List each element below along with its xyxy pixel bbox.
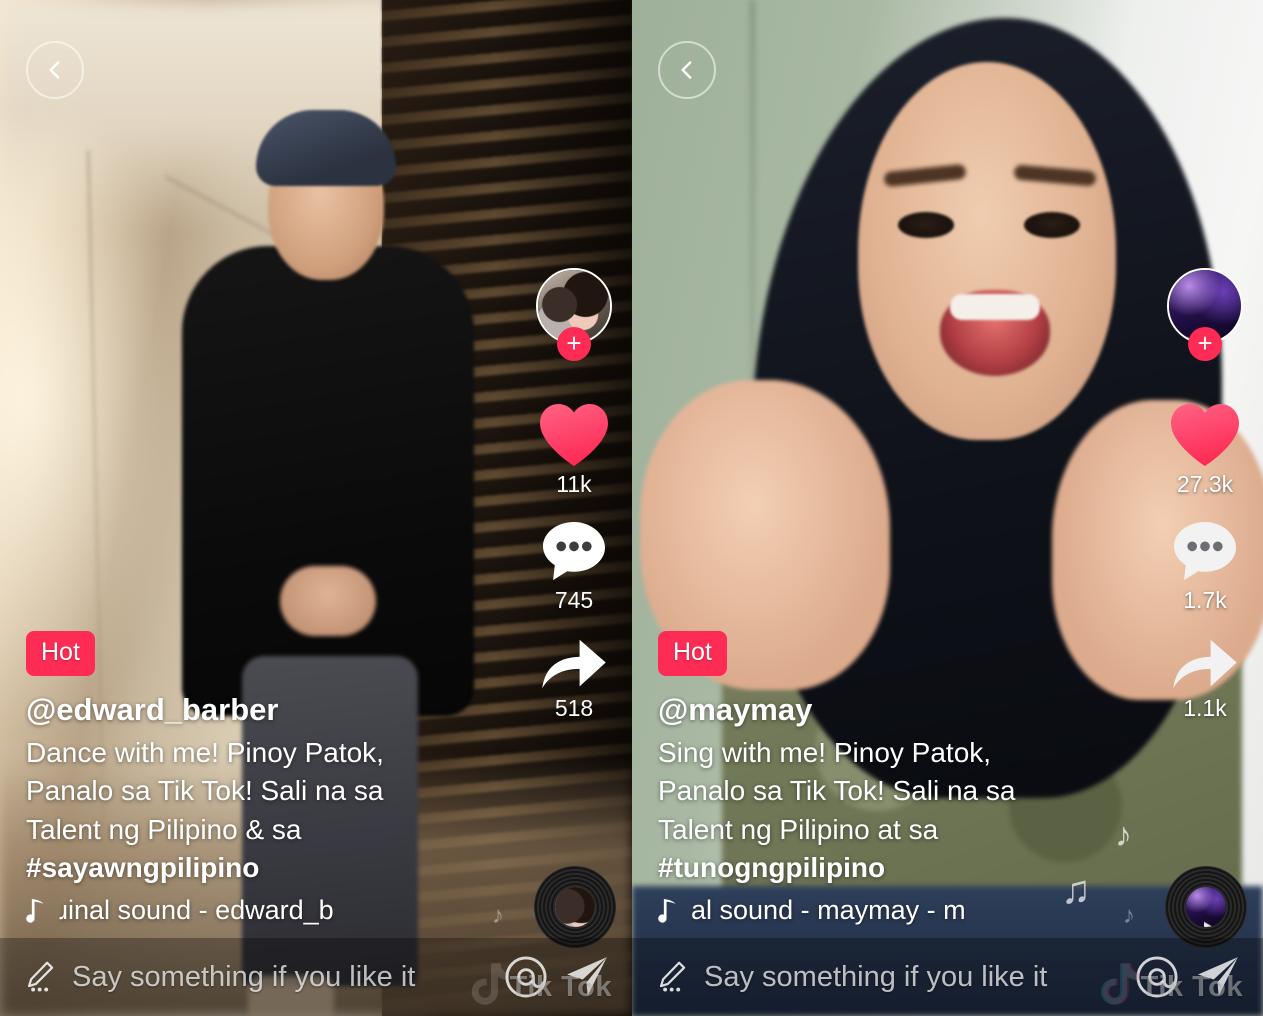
comment-count: 745: [554, 587, 594, 613]
comment-bubble-icon: [1173, 521, 1237, 581]
music-disc-right[interactable]: [1165, 866, 1247, 948]
heart-icon: [1171, 404, 1239, 466]
sound-name: al sound - maymay - m: [691, 895, 966, 925]
share-arrow-icon: [1173, 639, 1237, 689]
cap-shape: [256, 110, 396, 186]
hashtag[interactable]: #sayawngpilipino: [26, 852, 259, 883]
music-note-icon: ♫: [1061, 868, 1091, 912]
music-note-icon: ♪: [1115, 816, 1132, 854]
comment-bar-left[interactable]: Say something if you like it: [0, 938, 632, 1016]
dual-video-comparison: + 11k 745 518 Hot @edward_barber Dance w…: [0, 0, 1263, 1016]
eye-shape: [1024, 212, 1080, 238]
send-paper-plane-icon[interactable]: [564, 954, 610, 1000]
back-button[interactable]: [658, 41, 716, 99]
video-panel-left[interactable]: + 11k 745 518 Hot @edward_barber Dance w…: [0, 0, 632, 1016]
comment-bubble-icon: [542, 521, 606, 581]
music-note-icon: ♪: [492, 902, 504, 929]
disc-cover-image: [555, 887, 595, 927]
hashtag[interactable]: #tunogngpilipino: [658, 852, 885, 883]
share-button[interactable]: 1.1k: [1171, 636, 1239, 722]
like-icon-wrap: [538, 402, 610, 468]
share-count: 1.1k: [1183, 695, 1227, 721]
profile-avatar-button[interactable]: +: [1167, 268, 1243, 361]
tiktok-logo-watermark: [471, 963, 509, 1005]
profile-avatar-button[interactable]: +: [536, 268, 612, 361]
music-disc-left[interactable]: [534, 866, 616, 948]
comment-button[interactable]: 745: [541, 520, 607, 614]
action-rail-left[interactable]: + 11k 745 518: [530, 268, 618, 744]
like-icon-wrap: [1169, 402, 1241, 468]
pencil-icon[interactable]: [22, 960, 56, 994]
comment-button[interactable]: 1.7k: [1172, 520, 1238, 614]
floating-music-notes-right: ♪ ♫ ♪: [1057, 816, 1167, 936]
hot-badge: Hot: [658, 630, 727, 676]
share-icon-wrap: [540, 636, 608, 692]
teeth-shape: [950, 294, 1040, 320]
action-rail-right[interactable]: + 27.3k 1.7k 1.1k: [1161, 268, 1249, 744]
share-icon-wrap: [1171, 636, 1239, 692]
sound-name: ɹinal sound - edward_b: [59, 895, 334, 925]
video-panel-right[interactable]: + 27.3k 1.7k 1.1k Hot @maymay Sing with …: [632, 0, 1263, 1016]
description-text: Dance with me! Pinoy Patok, Panalo sa Ti…: [26, 736, 384, 845]
comment-count: 1.7k: [1183, 587, 1227, 613]
like-button[interactable]: 27.3k: [1169, 402, 1241, 498]
like-button[interactable]: 11k: [538, 402, 610, 498]
description-text: Sing with me! Pinoy Patok, Panalo sa Tik…: [658, 736, 1016, 845]
face-shape: [858, 62, 1116, 440]
disc-cover-art: [1186, 887, 1226, 927]
hot-badge: Hot: [26, 630, 95, 676]
follow-plus-icon[interactable]: +: [1188, 327, 1222, 361]
eye-shape: [898, 212, 954, 238]
follow-plus-icon[interactable]: +: [557, 327, 591, 361]
tiktok-logo-watermark: [1101, 963, 1140, 1005]
comment-input-placeholder[interactable]: Say something if you like it: [704, 961, 1119, 994]
share-button[interactable]: 518: [540, 636, 608, 722]
comment-input-placeholder[interactable]: Say something if you like it: [72, 961, 488, 994]
share-count: 518: [554, 695, 594, 721]
back-button[interactable]: [26, 41, 84, 99]
disc-cover-image: [1186, 887, 1226, 927]
like-count: 27.3k: [1176, 471, 1234, 497]
music-note-icon: ♪: [1123, 902, 1135, 929]
floating-music-notes-left: ♪: [426, 816, 536, 936]
hands-shape: [280, 566, 376, 636]
share-arrow-icon: [542, 639, 606, 689]
heart-icon: [540, 404, 608, 466]
comment-icon-wrap: [1172, 520, 1238, 584]
comment-icon-wrap: [541, 520, 607, 584]
disc-cover-art: [555, 887, 595, 927]
comment-bar-right[interactable]: Say something if you like it: [632, 938, 1263, 1016]
author-handle[interactable]: @edward_barber: [26, 692, 516, 728]
send-paper-plane-icon[interactable]: [1195, 954, 1241, 1000]
music-note-icon: [26, 898, 44, 923]
chevron-left-icon: [49, 61, 60, 79]
pencil-icon[interactable]: [654, 960, 688, 994]
like-count: 11k: [556, 471, 592, 497]
music-note-icon: [658, 898, 676, 923]
chevron-left-icon: [681, 61, 692, 79]
author-handle[interactable]: @maymay: [658, 692, 1148, 728]
